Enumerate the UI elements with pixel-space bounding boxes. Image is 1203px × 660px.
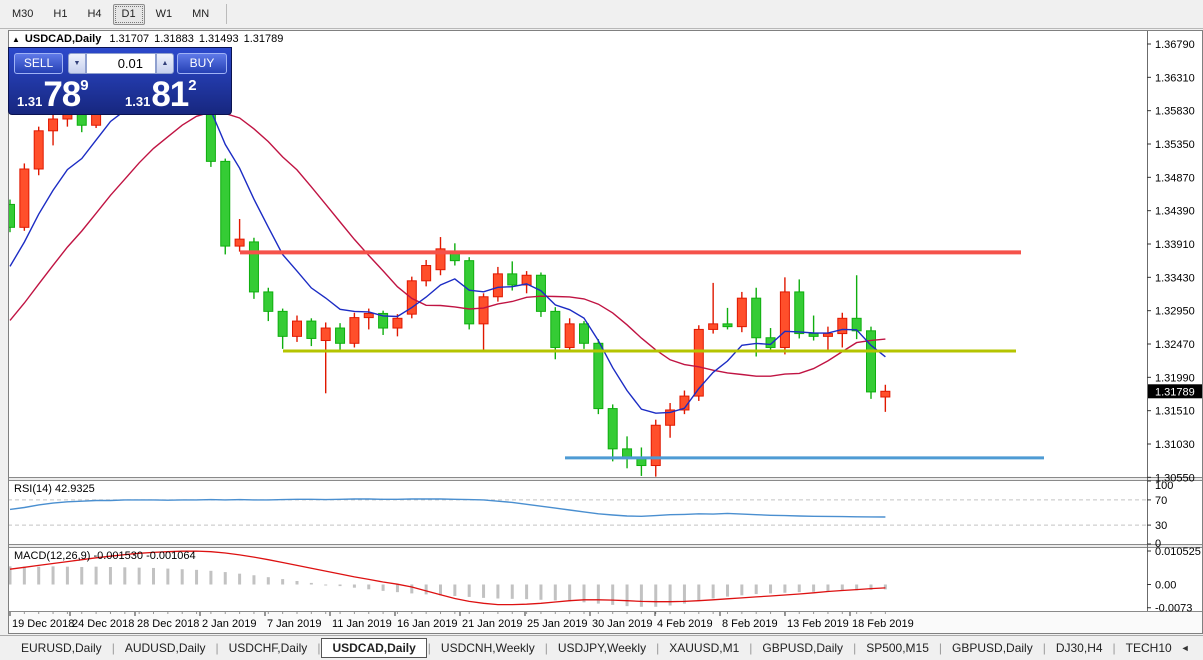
macd-label: MACD(12,26,9) -0.001530 -0.001064 bbox=[14, 550, 196, 562]
timeframe-button-mn[interactable]: MN bbox=[183, 4, 218, 25]
tab-scroll-left-icon[interactable]: ◄ bbox=[1181, 643, 1190, 653]
svg-text:7 Jan 2019: 7 Jan 2019 bbox=[267, 618, 321, 630]
svg-text:1.31990: 1.31990 bbox=[1155, 372, 1195, 384]
svg-text:0.00: 0.00 bbox=[1155, 580, 1176, 592]
mt4-window: M30H1H4D1W1MN 1.36790 1.36310 1.35830 1.353… bbox=[0, 0, 1203, 660]
svg-text:1.31030: 1.31030 bbox=[1155, 439, 1195, 451]
svg-text:70: 70 bbox=[1155, 495, 1167, 507]
volume-input[interactable] bbox=[86, 53, 156, 74]
svg-text:4 Feb 2019: 4 Feb 2019 bbox=[657, 618, 713, 630]
tab-separator: | bbox=[545, 641, 548, 655]
buy-price-prefix: 1.31 bbox=[125, 94, 150, 109]
svg-text:1.33430: 1.33430 bbox=[1155, 272, 1195, 284]
tab-scroll-arrows: ◄► bbox=[1181, 643, 1203, 653]
svg-text:21 Jan 2019: 21 Jan 2019 bbox=[462, 618, 523, 630]
svg-text:30: 30 bbox=[1155, 520, 1167, 532]
svg-text:1.31789: 1.31789 bbox=[1155, 386, 1195, 398]
chart-area[interactable]: 1.36790 1.36310 1.35830 1.35350 1.34870 1.343… bbox=[8, 30, 1203, 634]
chart-tabs-bar: EURUSD,Daily|AUDUSD,Daily|USDCHF,Daily|U… bbox=[0, 635, 1203, 660]
chart-tab-tech10[interactable]: TECH10 bbox=[1117, 638, 1181, 658]
volume-decrease-button[interactable]: ▼ bbox=[68, 53, 86, 74]
timeframe-toolbar: M30H1H4D1W1MN bbox=[0, 0, 1203, 29]
one-click-trading-panel: SELL ▼ ▲ BUY 1.31 78 9 1.31 81 2 bbox=[8, 47, 232, 115]
svg-text:18 Feb 2019: 18 Feb 2019 bbox=[852, 618, 914, 630]
sell-price[interactable]: 1.31 78 9 bbox=[17, 74, 89, 114]
tab-separator: | bbox=[939, 641, 942, 655]
timeframe-button-w1[interactable]: W1 bbox=[147, 4, 182, 25]
svg-text:19 Dec 2018: 19 Dec 2018 bbox=[12, 618, 74, 630]
chart-tab-sp500-m15[interactable]: SP500,M15 bbox=[857, 638, 938, 658]
buy-price-pip: 2 bbox=[188, 77, 196, 94]
ohlc-low: 1.31493 bbox=[199, 33, 239, 45]
tab-separator: | bbox=[112, 641, 115, 655]
chart-tab-gbpusd-daily[interactable]: GBPUSD,Daily bbox=[753, 638, 852, 658]
svg-text:1.36310: 1.36310 bbox=[1155, 72, 1195, 84]
svg-text:1.36790: 1.36790 bbox=[1155, 39, 1195, 51]
timeframe-button-d1[interactable]: D1 bbox=[113, 4, 145, 25]
svg-text:1.31510: 1.31510 bbox=[1155, 406, 1195, 418]
svg-text:24 Dec 2018: 24 Dec 2018 bbox=[72, 618, 134, 630]
chart-tab-usdjpy-weekly[interactable]: USDJPY,Weekly bbox=[549, 638, 655, 658]
buy-price[interactable]: 1.31 81 2 bbox=[125, 74, 197, 114]
chart-tab-usdchf-daily[interactable]: USDCHF,Daily bbox=[220, 638, 317, 658]
svg-text:13 Feb 2019: 13 Feb 2019 bbox=[787, 618, 849, 630]
svg-text:8 Feb 2019: 8 Feb 2019 bbox=[722, 618, 778, 630]
chart-canvas[interactable]: 1.36790 1.36310 1.35830 1.35350 1.34870 1.343… bbox=[8, 30, 1203, 634]
svg-text:1.32470: 1.32470 bbox=[1155, 339, 1195, 351]
volume-increase-button[interactable]: ▲ bbox=[156, 53, 174, 74]
svg-text:30 Jan 2019: 30 Jan 2019 bbox=[592, 618, 653, 630]
timeframe-button-h4[interactable]: H4 bbox=[78, 4, 110, 25]
timeframe-button-h1[interactable]: H1 bbox=[44, 4, 76, 25]
svg-text:100: 100 bbox=[1155, 480, 1173, 492]
buy-price-big: 81 bbox=[151, 76, 188, 114]
svg-text:11 Jan 2019: 11 Jan 2019 bbox=[332, 618, 392, 630]
svg-text:0.010525: 0.010525 bbox=[1155, 546, 1201, 558]
sell-price-pip: 9 bbox=[80, 77, 88, 94]
svg-text:25 Jan 2019: 25 Jan 2019 bbox=[527, 618, 588, 630]
chart-tab-audusd-daily[interactable]: AUDUSD,Daily bbox=[116, 638, 215, 658]
tab-separator: | bbox=[749, 641, 752, 655]
ohlc-open: 1.31707 bbox=[109, 33, 149, 45]
svg-text:1.35350: 1.35350 bbox=[1155, 139, 1195, 151]
svg-text:-0.0073: -0.0073 bbox=[1155, 603, 1192, 615]
tab-separator: | bbox=[656, 641, 659, 655]
sell-button[interactable]: SELL bbox=[14, 53, 63, 74]
tab-separator: | bbox=[216, 641, 219, 655]
svg-text:2 Jan 2019: 2 Jan 2019 bbox=[202, 618, 256, 630]
rsi-label: RSI(14) 42.9325 bbox=[14, 483, 95, 495]
toolbar-divider bbox=[226, 4, 227, 24]
chart-tab-gbpusd-daily[interactable]: GBPUSD,Daily bbox=[943, 638, 1042, 658]
chart-title-bar: ▲ USDCAD,Daily 1.31707 1.31883 1.31493 1… bbox=[10, 32, 266, 46]
svg-text:1.34390: 1.34390 bbox=[1155, 206, 1195, 218]
chart-tab-usdcad-daily[interactable]: USDCAD,Daily bbox=[321, 638, 426, 658]
svg-text:16 Jan 2019: 16 Jan 2019 bbox=[397, 618, 458, 630]
svg-text:1.35830: 1.35830 bbox=[1155, 106, 1195, 118]
current-price-tag: 1.31789 bbox=[1148, 384, 1203, 398]
sell-price-big: 78 bbox=[43, 76, 80, 114]
chart-tab-dj30-h4[interactable]: DJ30,H4 bbox=[1047, 638, 1112, 658]
tab-separator: | bbox=[1113, 641, 1116, 655]
tab-separator: | bbox=[317, 641, 320, 655]
chart-tab-eurusd-daily[interactable]: EURUSD,Daily bbox=[12, 638, 111, 658]
svg-text:1.34870: 1.34870 bbox=[1155, 172, 1195, 184]
tab-separator: | bbox=[853, 641, 856, 655]
tab-separator: | bbox=[1043, 641, 1046, 655]
ohlc-high: 1.31883 bbox=[154, 33, 194, 45]
sell-price-prefix: 1.31 bbox=[17, 94, 42, 109]
collapse-panel-icon[interactable]: ▲ bbox=[12, 35, 20, 44]
timeframe-button-m30[interactable]: M30 bbox=[3, 4, 42, 25]
ohlc-close: 1.31789 bbox=[244, 33, 284, 45]
chart-symbol-label: USDCAD,Daily bbox=[25, 33, 101, 45]
svg-text:1.32950: 1.32950 bbox=[1155, 306, 1195, 318]
svg-text:28 Dec 2018: 28 Dec 2018 bbox=[137, 618, 199, 630]
buy-button[interactable]: BUY bbox=[177, 53, 227, 74]
tab-separator: | bbox=[428, 641, 431, 655]
chart-tab-xauusd-m1[interactable]: XAUUSD,M1 bbox=[660, 638, 748, 658]
chart-tab-usdcnh-weekly[interactable]: USDCNH,Weekly bbox=[432, 638, 544, 658]
svg-text:1.33910: 1.33910 bbox=[1155, 239, 1195, 251]
